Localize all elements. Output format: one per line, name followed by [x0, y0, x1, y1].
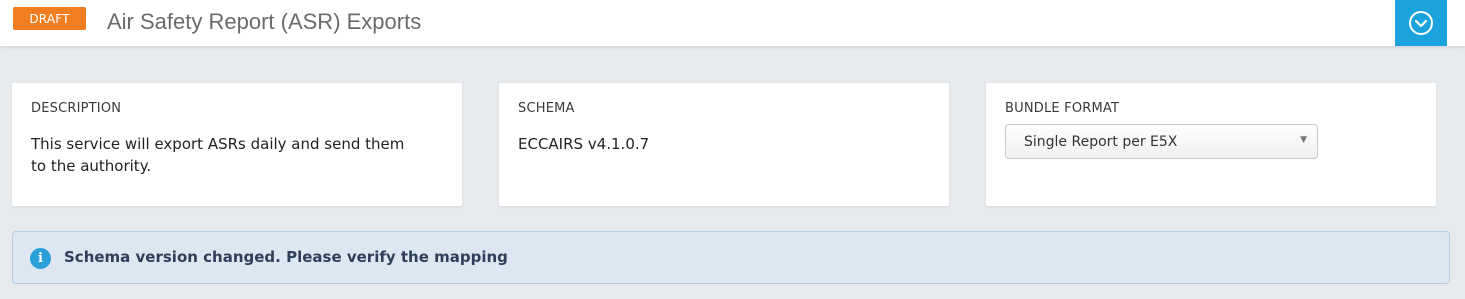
- page-header: DRAFT Air Safety Report (ASR) Exports: [0, 0, 1465, 46]
- info-icon: i: [30, 248, 51, 269]
- alert-message: Schema version changed. Please verify th…: [64, 248, 508, 266]
- description-text: This service will export ASRs daily and …: [31, 135, 405, 175]
- expand-button[interactable]: [1395, 0, 1447, 46]
- chevron-down-circle-icon: [1409, 11, 1433, 35]
- schema-value: ECCAIRS v4.1.0.7: [518, 135, 650, 153]
- description-card: DESCRIPTION This service will export ASR…: [12, 83, 462, 206]
- schema-card: SCHEMA ECCAIRS v4.1.0.7: [499, 83, 949, 206]
- dropdown-arrow-icon: ▼: [1300, 135, 1307, 145]
- bundle-format-label: BUNDLE FORMAT: [1005, 101, 1120, 116]
- schema-label: SCHEMA: [518, 101, 575, 116]
- description-label: DESCRIPTION: [31, 101, 122, 116]
- bundle-format-card: BUNDLE FORMAT Single Report per E5X ▼: [986, 83, 1436, 206]
- page-title: Air Safety Report (ASR) Exports: [107, 9, 422, 34]
- bundle-format-select[interactable]: Single Report per E5X ▼: [1005, 124, 1318, 159]
- status-badge: DRAFT: [13, 7, 86, 30]
- bundle-format-selected-value: Single Report per E5X: [1024, 134, 1178, 150]
- schema-changed-alert: i Schema version changed. Please verify …: [12, 231, 1450, 284]
